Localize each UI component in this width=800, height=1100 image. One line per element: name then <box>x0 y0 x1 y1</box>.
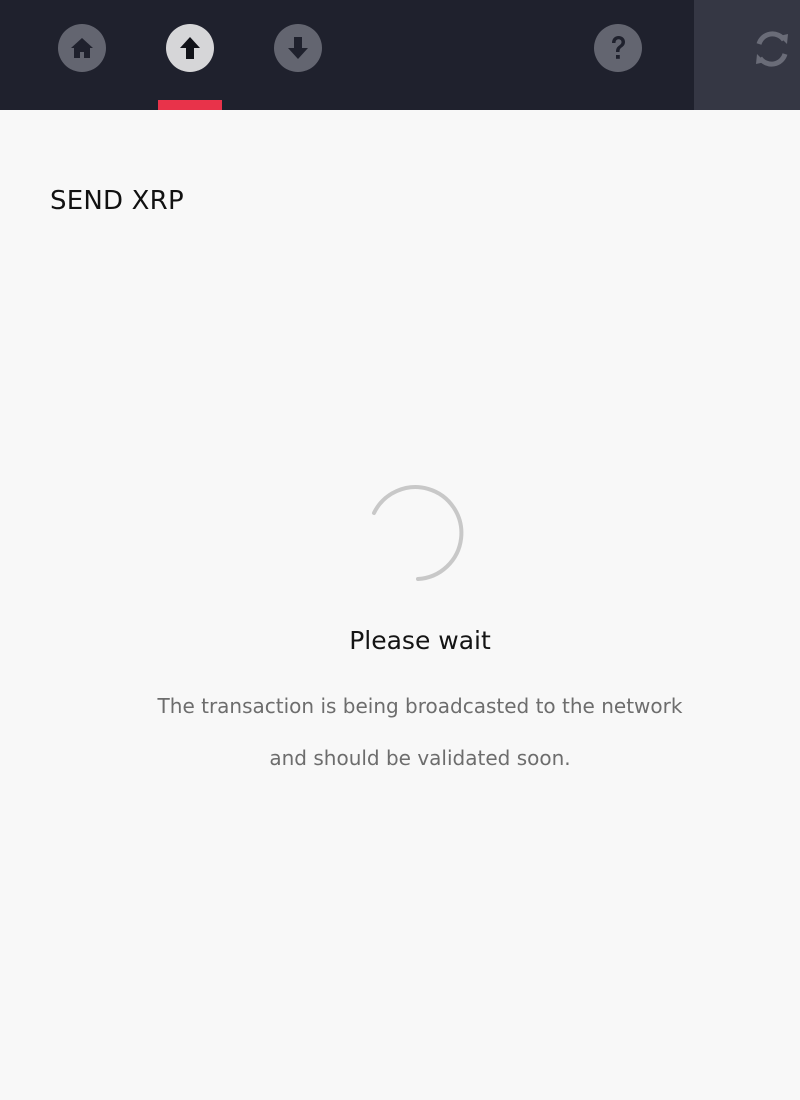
loading-spinner-icon <box>372 485 464 581</box>
arrow-down-icon <box>274 24 322 72</box>
nav-home-button[interactable] <box>50 0 114 110</box>
status-message: The transaction is being broadcasted to … <box>100 680 740 784</box>
active-tab-indicator <box>158 100 222 110</box>
status-heading: Please wait <box>349 626 491 655</box>
top-navigation-bar <box>0 0 800 110</box>
nav-send-button[interactable] <box>158 0 222 110</box>
refresh-button[interactable] <box>694 0 800 110</box>
nav-receive-button[interactable] <box>266 0 330 110</box>
status-message-line-2: and should be validated soon. <box>269 746 571 770</box>
arrow-up-icon <box>166 24 214 72</box>
nav-help-button[interactable] <box>586 0 650 110</box>
question-icon <box>594 24 642 72</box>
status-message-line-1: The transaction is being broadcasted to … <box>157 694 683 718</box>
home-icon <box>58 24 106 72</box>
page-title: SEND XRP <box>50 186 184 216</box>
refresh-icon <box>756 31 788 67</box>
